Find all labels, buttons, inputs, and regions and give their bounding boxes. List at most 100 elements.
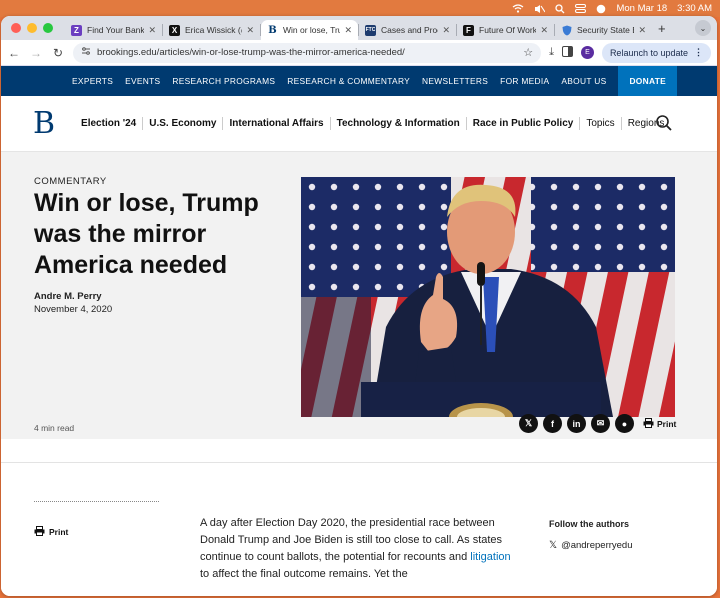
browser-tab[interactable]: X Erica Wissick (@ ✕: [163, 20, 260, 40]
close-tab-icon[interactable]: ✕: [148, 25, 156, 36]
tab-search-button[interactable]: ⌄: [695, 20, 711, 36]
tab-title: Future Of Work: [479, 25, 537, 35]
close-window-button[interactable]: [11, 23, 21, 33]
downloads-icon[interactable]: ⤓: [549, 46, 554, 59]
close-tab-icon[interactable]: ✕: [442, 25, 450, 36]
main-nav: B Election '24 U.S. Economy International …: [1, 96, 717, 152]
sidebar-divider: [34, 501, 159, 502]
minimize-window-button[interactable]: [27, 23, 37, 33]
utility-nav-link[interactable]: EXPERTS: [66, 76, 119, 86]
author-twitter-link[interactable]: 𝕏 @andreperryedu: [549, 540, 633, 551]
body-text-1: A day after Election Day 2020, the presi…: [200, 517, 503, 563]
brookings-logo[interactable]: B: [33, 106, 55, 141]
tab-title: Cases and Proce: [381, 25, 438, 35]
tabs-container: Z Find Your Bank | ✕ X Erica Wissick (@ ✕ B Wi…: [65, 20, 652, 40]
litigation-link[interactable]: litigation: [470, 551, 510, 563]
article-section: Print A day after Election Day 2020, the…: [1, 464, 717, 580]
utility-nav-link[interactable]: ABOUT US: [555, 76, 612, 86]
reddit-icon[interactable]: ●: [615, 414, 634, 433]
tab-title: Find Your Bank |: [87, 25, 145, 35]
printer-icon: [643, 418, 654, 430]
tab-favicon-icon: X: [169, 24, 180, 36]
x-icon: 𝕏: [549, 540, 558, 551]
hero-photo: [301, 177, 675, 417]
relaunch-label: Relaunch to update: [609, 47, 688, 58]
article-headline: Win or lose, Trump was the mirror Americ…: [34, 189, 259, 279]
main-nav-item[interactable]: Topics: [580, 117, 622, 130]
forward-icon[interactable]: →: [29, 46, 43, 60]
tab-strip: Z Find Your Bank | ✕ X Erica Wissick (@ ✕ B Wi…: [1, 16, 717, 40]
utility-nav-link[interactable]: EVENTS: [119, 76, 166, 86]
utility-nav-link[interactable]: NEWSLETTERS: [416, 76, 494, 86]
printer-icon: [34, 526, 45, 538]
print-button-sidebar[interactable]: Print: [34, 526, 68, 538]
utility-nav: EXPERTS EVENTS RESEARCH PROGRAMS RESEARCH &…: [1, 66, 717, 96]
url-text: brookings.edu/articles/win-or-lose-trump…: [97, 47, 405, 58]
browser-tab[interactable]: FTC Cases and Proce ✕: [359, 20, 456, 40]
tab-title: Win or lose, Trum: [283, 25, 341, 35]
more-menu-icon[interactable]: ⋮: [694, 47, 703, 58]
search-spotlight-icon[interactable]: [555, 3, 565, 14]
browser-tab[interactable]: B Win or lose, Trum✕: [261, 20, 358, 40]
utility-nav-link[interactable]: RESEARCH PROGRAMS: [166, 76, 281, 86]
article-author[interactable]: Andre M. Perry: [34, 291, 102, 302]
back-icon[interactable]: ←: [7, 46, 21, 60]
utility-nav-link[interactable]: FOR MEDIA: [494, 76, 555, 86]
browser-window: Z Find Your Bank | ✕ X Erica Wissick (@ ✕ B Wi…: [1, 16, 717, 596]
browser-tab[interactable]: F Future Of Work ✕: [457, 20, 554, 40]
main-nav-item[interactable]: Technology & Information: [331, 117, 467, 130]
system-menubar: Mon Mar 18 3:30 AM: [0, 0, 720, 17]
bookmark-star-icon[interactable]: ☆: [523, 46, 533, 59]
close-tab-icon[interactable]: ✕: [540, 25, 548, 36]
donate-button[interactable]: DONATE: [618, 66, 677, 96]
search-icon[interactable]: [655, 114, 673, 132]
tab-favicon-icon: F: [463, 24, 474, 36]
close-tab-icon[interactable]: ✕: [344, 25, 352, 36]
article-body-paragraph: A day after Election Day 2020, the presi…: [200, 515, 520, 583]
article-date: November 4, 2020: [34, 304, 113, 315]
web-page: EXPERTS EVENTS RESEARCH PROGRAMS RESEARCH &…: [1, 66, 717, 596]
main-nav-item[interactable]: Race in Public Policy: [467, 117, 581, 130]
address-bar[interactable]: brookings.edu/articles/win-or-lose-trump…: [73, 42, 542, 63]
control-center-icon[interactable]: [575, 4, 587, 13]
close-tab-icon[interactable]: ✕: [246, 25, 254, 36]
browser-toolbar: ← → ↻ brookings.edu/articles/win-or-lose…: [1, 40, 717, 66]
browser-tab[interactable]: Z Find Your Bank | ✕: [65, 20, 162, 40]
new-tab-button[interactable]: +: [658, 21, 666, 36]
menubar-date[interactable]: Mon Mar 18: [616, 3, 667, 14]
facebook-icon[interactable]: f: [543, 414, 562, 433]
mute-icon[interactable]: [534, 4, 546, 14]
article-hero: COMMENTARY Win or lose, Trump was the mi…: [1, 152, 717, 439]
utility-nav-link[interactable]: RESEARCH & COMMENTARY: [281, 76, 416, 86]
article-kicker[interactable]: COMMENTARY: [34, 176, 107, 187]
tab-title: Security State B: [577, 25, 635, 35]
email-icon[interactable]: ✉: [591, 414, 610, 433]
tab-title: Erica Wissick (@: [185, 25, 242, 35]
close-tab-icon[interactable]: ✕: [638, 25, 646, 36]
main-nav-items: Election '24 U.S. Economy International Af…: [75, 117, 670, 130]
zoom-window-button[interactable]: [43, 23, 53, 33]
side-panel-icon[interactable]: [561, 44, 573, 62]
print-label-top: Print: [657, 419, 677, 429]
main-nav-item[interactable]: International Affairs: [223, 117, 331, 130]
tab-favicon-icon: B: [268, 24, 277, 36]
siri-icon[interactable]: [596, 4, 606, 14]
author-handle: @andreperryedu: [561, 540, 633, 551]
wifi-icon[interactable]: [512, 4, 524, 13]
window-controls: [7, 16, 53, 40]
linkedin-icon[interactable]: in: [567, 414, 586, 433]
reload-icon[interactable]: ↻: [51, 46, 65, 60]
body-text-2: to affect the final outcome remains. Yet…: [200, 568, 408, 580]
browser-tab[interactable]: Security State B ✕: [555, 20, 652, 40]
print-button-top[interactable]: Print: [643, 418, 676, 430]
site-info-icon[interactable]: [81, 46, 91, 59]
share-bar: 4 min read 𝕏f in ✉ ● Print: [1, 403, 717, 463]
tab-favicon-icon: [561, 25, 572, 36]
relaunch-button[interactable]: Relaunch to update ⋮: [601, 42, 711, 63]
tab-favicon-icon: FTC: [365, 24, 376, 36]
x-icon[interactable]: 𝕏: [519, 414, 538, 433]
main-nav-item[interactable]: U.S. Economy: [143, 117, 224, 130]
profile-avatar[interactable]: E: [580, 46, 594, 59]
menubar-time[interactable]: 3:30 AM: [677, 3, 712, 14]
main-nav-item[interactable]: Election '24: [75, 117, 144, 130]
